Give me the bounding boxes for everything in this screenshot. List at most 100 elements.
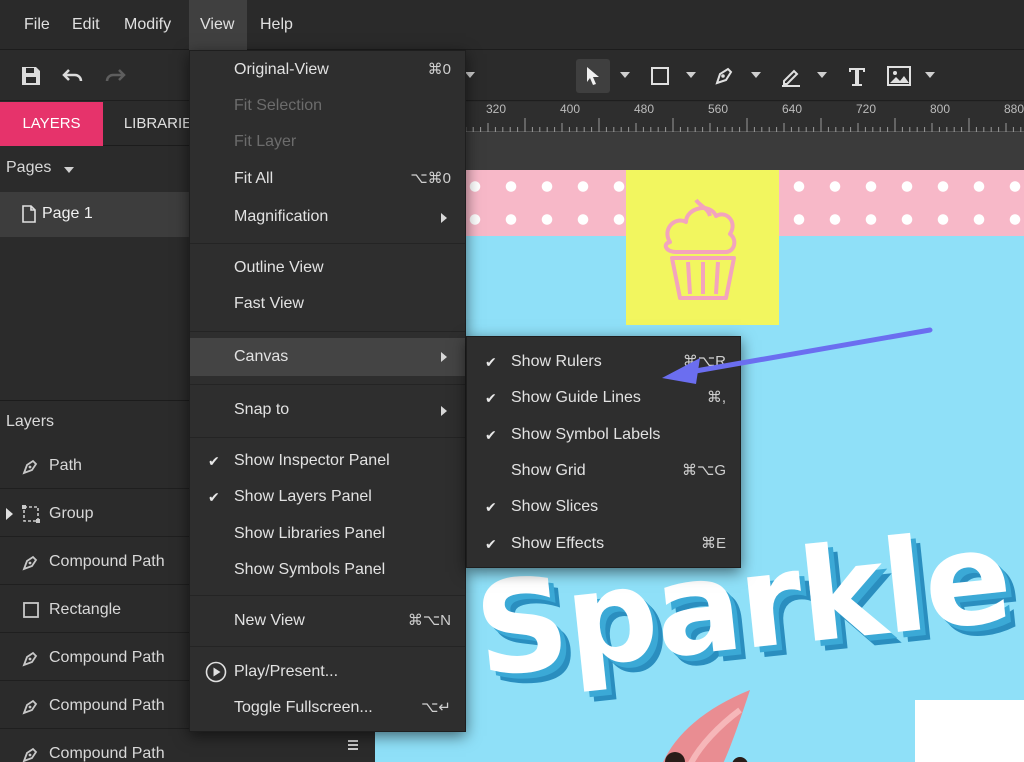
image-tool-icon[interactable] <box>884 61 914 91</box>
menu-separator <box>190 437 465 438</box>
cupcake-icon <box>663 198 737 300</box>
layer-label: Group <box>49 505 94 522</box>
menu-item-label: Magnification <box>234 208 329 225</box>
menu-item-label: Fast View <box>234 295 304 312</box>
ruler-label: 880 <box>1004 102 1024 116</box>
chevron-down-icon[interactable] <box>751 72 761 78</box>
menu-item-show-inspector-panel[interactable]: ✔ Show Inspector Panel <box>190 443 465 479</box>
menu-item-toggle-fullscreen[interactable]: Toggle Fullscreen... ⌥↵ <box>190 690 465 726</box>
menu-item-shortcut: ⌥↵ <box>421 699 451 716</box>
menu-item-show-symbol-labels[interactable]: ✔ Show Symbol Labels <box>467 417 740 453</box>
menu-item-fit-all[interactable]: Fit All ⌥⌘0 <box>190 161 465 197</box>
menu-item-label: Show Libraries Panel <box>234 525 386 542</box>
pen-icon <box>22 651 38 667</box>
tab-layers[interactable]: LAYERS <box>0 102 103 146</box>
chevron-right-icon <box>441 213 447 223</box>
menu-item-magnification[interactable]: Magnification <box>190 199 465 235</box>
ruler-ticks <box>376 118 1022 132</box>
pen-icon <box>22 459 38 475</box>
menu-item-label: Snap to <box>234 401 290 418</box>
menu-item-label: New View <box>234 612 305 629</box>
menu-item-outline-view[interactable]: Outline View <box>190 250 465 286</box>
menu-item-new-view[interactable]: New View ⌘⌥N <box>190 603 465 639</box>
menu-item-play-present[interactable]: Play/Present... <box>190 654 465 690</box>
menu-item-show-slices[interactable]: ✔ Show Slices <box>467 489 740 525</box>
menu-item-fast-view[interactable]: Fast View <box>190 286 465 322</box>
menu-file[interactable]: File <box>14 0 60 50</box>
chevron-right-icon[interactable] <box>6 508 13 520</box>
text-tool-icon[interactable] <box>842 61 872 91</box>
chevron-down-icon[interactable] <box>620 72 630 78</box>
menu-item-shortcut: ⌘⌥G <box>682 462 726 479</box>
menu-item-show-layers-panel[interactable]: ✔ Show Layers Panel <box>190 479 465 515</box>
chevron-right-icon <box>441 406 447 416</box>
menu-edit[interactable]: Edit <box>62 0 112 50</box>
menubar: File Edit Modify View Help <box>0 0 1024 50</box>
menu-item-shortcut: ⌘0 <box>427 61 451 78</box>
ruler-label: 480 <box>634 102 655 116</box>
ruler-label: 560 <box>708 102 729 116</box>
canvas-margin <box>375 133 1024 170</box>
toolbar <box>0 51 1024 101</box>
page-label: Page 1 <box>42 205 93 222</box>
group-icon <box>22 505 40 523</box>
ruler-label: 400 <box>560 102 581 116</box>
layer-label: Compound Path <box>49 745 165 762</box>
chevron-down-icon[interactable] <box>686 72 696 78</box>
checkmark-icon: ✔ <box>485 354 497 370</box>
menu-item-show-effects[interactable]: ✔ Show Effects ⌘E <box>467 526 740 562</box>
menu-item-label: Show Rulers <box>511 353 602 370</box>
horizontal-ruler[interactable]: 320 400 480 560 640 720 800 880 <box>375 102 1024 132</box>
chevron-down-icon[interactable] <box>64 167 74 173</box>
white-box <box>915 700 1024 762</box>
layer-label: Compound Path <box>49 697 165 714</box>
menu-separator <box>190 595 465 596</box>
menu-item-label: Show Layers Panel <box>234 488 372 505</box>
menu-separator <box>190 646 465 647</box>
layer-label: Compound Path <box>49 649 165 666</box>
menu-item-show-symbols-panel[interactable]: Show Symbols Panel <box>190 552 465 588</box>
pointer-tool-icon[interactable] <box>576 59 610 93</box>
menu-item-show-grid[interactable]: Show Grid ⌘⌥G <box>467 453 740 489</box>
menu-item-label: Show Guide Lines <box>511 389 641 406</box>
menu-item-original-view[interactable]: Original-View ⌘0 <box>190 52 465 88</box>
pen-tool-icon[interactable] <box>709 61 739 91</box>
pencil-tool-icon[interactable] <box>776 61 806 91</box>
layer-label: Path <box>49 457 82 474</box>
menu-view[interactable]: View <box>189 0 247 50</box>
layer-row[interactable]: Compound Path <box>0 730 375 762</box>
play-icon <box>205 661 227 683</box>
menu-modify[interactable]: Modify <box>114 0 188 50</box>
rectangle-icon <box>23 602 39 618</box>
chevron-down-icon[interactable] <box>465 72 475 78</box>
redo-icon[interactable] <box>100 61 130 91</box>
ruler-label: 640 <box>782 102 803 116</box>
chevron-down-icon[interactable] <box>925 72 935 78</box>
chevron-right-icon <box>441 352 447 362</box>
scroll-handle-icon[interactable] <box>348 738 358 756</box>
menu-item-label: Fit Selection <box>234 97 323 114</box>
page-icon <box>22 205 36 223</box>
menu-item-show-libraries-panel[interactable]: Show Libraries Panel <box>190 516 465 552</box>
checkmark-icon: ✔ <box>485 499 497 515</box>
menu-item-snap-to[interactable]: Snap to <box>190 392 465 428</box>
menu-item-label: Fit All <box>234 170 274 187</box>
menu-help[interactable]: Help <box>250 0 306 50</box>
chevron-down-icon[interactable] <box>817 72 827 78</box>
undo-icon[interactable] <box>58 61 88 91</box>
menu-item-shortcut: ⌘⌥N <box>407 612 451 629</box>
menu-item-label: Show Effects <box>511 535 605 552</box>
ruler-label: 320 <box>486 102 507 116</box>
cupcake-card <box>626 170 779 325</box>
menu-item-canvas[interactable]: Canvas <box>190 338 465 376</box>
annotation-arrow-icon <box>662 327 933 384</box>
menu-item-fit-selection[interactable]: Fit Selection <box>190 88 465 124</box>
menu-item-fit-layer[interactable]: Fit Layer <box>190 124 465 160</box>
checkmark-icon: ✔ <box>208 453 220 469</box>
view-menu: Original-View ⌘0 Fit Selection Fit Layer… <box>189 50 466 732</box>
pen-icon <box>22 699 38 715</box>
save-icon[interactable] <box>16 61 46 91</box>
layers-label: Layers <box>6 413 55 430</box>
menu-item-label: Play/Present... <box>234 663 339 680</box>
rectangle-tool-icon[interactable] <box>645 61 675 91</box>
